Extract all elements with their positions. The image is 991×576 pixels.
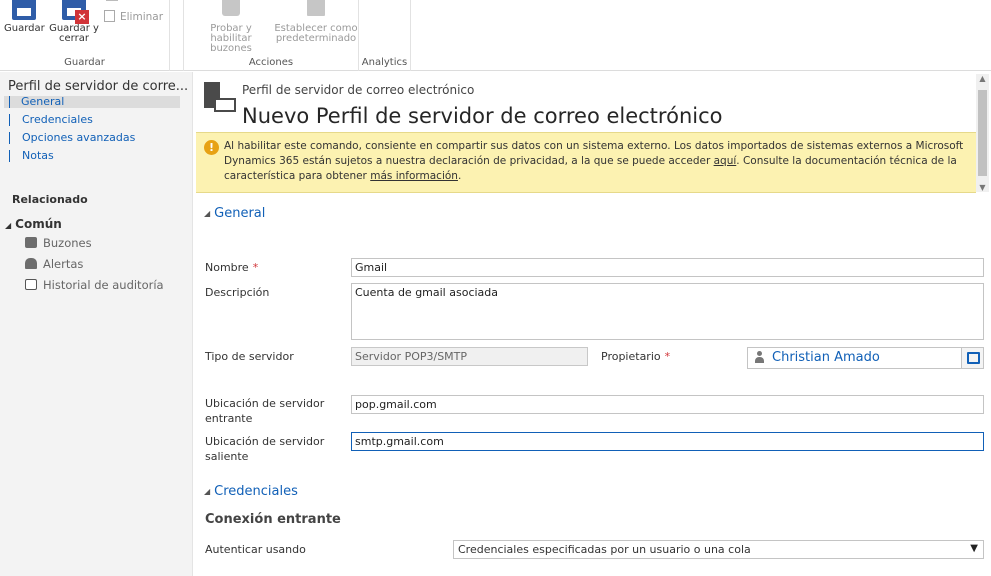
left-navigation: Perfil de servidor de corre... General C… bbox=[0, 72, 193, 576]
ribbon-group-actions: Probar y habilitar buzones Establecer co… bbox=[183, 0, 359, 71]
incoming-server-label: Ubicación de servidor entrante bbox=[205, 397, 325, 425]
bell-icon bbox=[25, 258, 37, 269]
scroll-thumb[interactable] bbox=[978, 90, 987, 176]
group-label-actions: Acciones bbox=[248, 57, 294, 68]
save-icon bbox=[9, 0, 39, 22]
mailbox-icon bbox=[25, 237, 37, 248]
nav-item-audit-history[interactable]: Historial de auditoría bbox=[25, 278, 164, 292]
description-field[interactable]: Cuenta de gmail asociada bbox=[351, 283, 984, 340]
dropdown-arrow-icon: ▼ bbox=[970, 543, 978, 554]
scroll-up-icon[interactable]: ▲ bbox=[976, 74, 989, 83]
lookup-search-icon[interactable] bbox=[961, 348, 983, 368]
save-and-close-button[interactable]: × Guardar y cerrar bbox=[48, 0, 100, 44]
description-label: Descripción bbox=[205, 286, 270, 299]
authenticate-using-select[interactable]: Credenciales especificadas por un usuari… bbox=[453, 540, 984, 559]
section-credentials-header[interactable]: ◢ Credenciales bbox=[204, 484, 298, 499]
server-type-field: Servidor POP3/SMTP bbox=[351, 347, 588, 366]
scroll-down-icon[interactable]: ▼ bbox=[976, 183, 989, 192]
save-close-icon: × bbox=[59, 0, 89, 24]
authenticate-using-label: Autenticar usando bbox=[205, 543, 306, 556]
more-info-link[interactable]: más información bbox=[370, 170, 458, 182]
nav-common-heading[interactable]: ◢ Común bbox=[5, 217, 62, 231]
section-general-header[interactable]: ◢ General bbox=[204, 206, 265, 221]
owner-lookup[interactable]: Christian Amado bbox=[747, 347, 984, 369]
test-enable-mailboxes-button[interactable]: Probar y habilitar buzones bbox=[188, 0, 274, 54]
divider bbox=[106, 0, 118, 1]
nav-title: Perfil de servidor de corre... bbox=[8, 79, 188, 94]
outgoing-server-field[interactable]: smtp.gmail.com bbox=[351, 432, 984, 451]
collapse-triangle-icon: ◢ bbox=[204, 487, 211, 496]
command-ribbon: Guardar × Guardar y cerrar Eliminar Guar… bbox=[0, 0, 991, 71]
save-button[interactable]: Guardar bbox=[4, 0, 45, 34]
server-type-label: Tipo de servidor bbox=[205, 350, 294, 363]
nav-item-mailboxes[interactable]: Buzones bbox=[25, 236, 92, 250]
group-label-analytics: Analytics bbox=[361, 57, 408, 68]
delete-button[interactable]: Eliminar bbox=[104, 10, 164, 22]
nav-link-advanced[interactable]: Opciones avanzadas bbox=[9, 132, 135, 144]
user-icon bbox=[755, 351, 764, 363]
owner-label: Propietario * bbox=[601, 350, 671, 363]
nav-link-general[interactable]: General bbox=[4, 96, 180, 108]
nav-link-credentials[interactable]: Credenciales bbox=[9, 114, 93, 126]
email-server-icon bbox=[202, 82, 236, 114]
entity-name: Perfil de servidor de correo electrónico bbox=[242, 83, 475, 97]
privacy-link[interactable]: aquí bbox=[714, 155, 737, 167]
mailbox-gear-icon bbox=[216, 0, 246, 22]
outgoing-server-label: Ubicación de servidor saliente bbox=[205, 435, 325, 463]
nav-link-notes[interactable]: Notas bbox=[9, 150, 54, 162]
collapse-triangle-icon: ◢ bbox=[5, 221, 12, 230]
ribbon-group-save: Guardar × Guardar y cerrar Eliminar Guar… bbox=[0, 0, 170, 71]
page-title: Nuevo Perfil de servidor de correo elect… bbox=[242, 104, 723, 128]
ribbon-group-analytics: Analytics bbox=[359, 0, 411, 71]
trash-icon bbox=[104, 10, 115, 22]
scrollbar[interactable]: ▲ ▼ bbox=[976, 74, 989, 192]
collapse-triangle-icon: ◢ bbox=[204, 209, 211, 218]
name-field[interactable]: Gmail bbox=[351, 258, 984, 277]
nav-related-heading: Relacionado bbox=[12, 193, 88, 206]
incoming-server-field[interactable]: pop.gmail.com bbox=[351, 395, 984, 414]
main-form: Perfil de servidor de correo electrónico… bbox=[194, 72, 991, 576]
nav-item-alerts[interactable]: Alertas bbox=[25, 257, 83, 271]
name-label: Nombre * bbox=[205, 261, 259, 274]
incoming-connection-heading: Conexión entrante bbox=[205, 512, 341, 527]
document-icon bbox=[25, 279, 37, 290]
group-label-save: Guardar bbox=[64, 57, 105, 68]
privacy-warning-banner: ! Al habilitar este comando, consiente e… bbox=[196, 132, 976, 193]
set-default-button[interactable]: Establecer como predeterminado bbox=[274, 0, 358, 44]
checkmark-icon bbox=[301, 0, 331, 22]
warning-icon: ! bbox=[204, 140, 219, 155]
